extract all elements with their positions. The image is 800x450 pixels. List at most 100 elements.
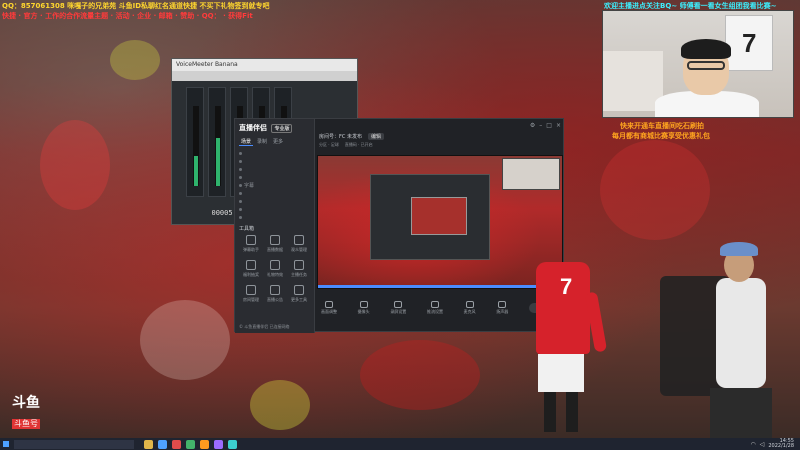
scene-list: 字幕 xyxy=(239,149,311,221)
webcam-person-shirt xyxy=(655,91,759,117)
close-icon[interactable]: × xyxy=(556,122,561,129)
scene-item[interactable] xyxy=(239,213,311,221)
control-row: 画面调整 摄像头 录屏设置 推流设置 麦克风 扬声器 开始直播 xyxy=(317,297,563,319)
webcam-feed: 7 xyxy=(602,10,794,118)
sidebar-tab-scenes[interactable]: 场景 xyxy=(239,137,254,146)
app-main: ⚙ – □ × 房间号：FC 未发布 编辑 分区 · 足球 直播码 · 已开启 … xyxy=(315,119,565,333)
danmaku-icon xyxy=(246,235,256,245)
preview-webcam xyxy=(502,158,560,190)
scene-item[interactable] xyxy=(239,189,311,197)
app-sidebar: 直播伴侣 专业版 场景 录制 更多 字幕 工具箱 弹幕助手 直播数据 观众管理 … xyxy=(235,119,315,333)
tool-data[interactable]: 直播数据 xyxy=(263,235,287,253)
preview-progress-bar xyxy=(318,285,562,288)
task-icon xyxy=(294,260,304,270)
overlay-text-top-left-2: 快捷 · 官方 · 工作的合作流量主题 · 活动 · 企业 · 邮箱 · 赞助 … xyxy=(2,12,253,20)
mixer-menubar[interactable] xyxy=(172,71,357,81)
taskbar-app-icon[interactable] xyxy=(144,439,153,449)
taskbar-app-icon[interactable] xyxy=(214,439,223,449)
control-label: 推流设置 xyxy=(426,309,443,314)
scene-item[interactable] xyxy=(239,157,311,165)
settings-icon[interactable]: ⚙ xyxy=(530,122,535,129)
crowd-blob xyxy=(600,140,710,240)
eye-icon[interactable] xyxy=(239,199,242,203)
mic-icon xyxy=(465,301,474,308)
tool-more[interactable]: 更多工具 xyxy=(287,285,311,303)
gift-icon xyxy=(270,260,280,270)
control-label: 摄像头 xyxy=(357,309,370,314)
tool-danmaku[interactable]: 弹幕助手 xyxy=(239,235,263,253)
sidebar-tab-record[interactable]: 录制 xyxy=(255,137,269,146)
tool-notice[interactable]: 直播公告 xyxy=(263,285,287,303)
eye-icon[interactable] xyxy=(239,183,242,187)
scene-item[interactable] xyxy=(239,173,311,181)
start-button[interactable] xyxy=(0,438,12,450)
volume-icon[interactable]: ◁ xyxy=(760,441,765,448)
scene-item[interactable] xyxy=(239,165,311,173)
webcam-jersey: 7 xyxy=(725,15,773,71)
room-icon xyxy=(246,285,256,295)
eye-icon[interactable] xyxy=(239,167,242,171)
scene-item[interactable] xyxy=(239,149,311,157)
mixer-strip[interactable] xyxy=(186,87,204,197)
control-mic[interactable]: 麦克风 xyxy=(464,301,476,315)
watermark-bottom: 斗鱼号 xyxy=(12,419,40,429)
streaming-app-window[interactable]: 直播伴侣 专业版 场景 录制 更多 字幕 工具箱 弹幕助手 直播数据 观众管理 … xyxy=(234,118,565,333)
tool-audience[interactable]: 观众管理 xyxy=(287,235,311,253)
tool-label: 礼物特效 xyxy=(267,272,283,277)
crowd-blob xyxy=(110,40,160,80)
eye-icon[interactable] xyxy=(239,151,242,155)
maximize-icon[interactable]: □ xyxy=(546,122,552,129)
taskbar-app-icon[interactable] xyxy=(228,439,237,449)
room-info-row: 房间号：FC 未发布 编辑 xyxy=(315,131,565,141)
toolbox-grid: 弹幕助手 直播数据 观众管理 福利抽奖 礼物特效 主播任务 房间管理 直播公告 … xyxy=(239,235,311,303)
tool-task[interactable]: 主播任务 xyxy=(287,260,311,278)
clock-date: 2022/1/28 xyxy=(768,443,794,449)
app-logo-text: 直播伴侣 xyxy=(239,124,267,132)
tool-gift[interactable]: 礼物特效 xyxy=(263,260,287,278)
windows-icon xyxy=(3,441,9,447)
record-icon xyxy=(394,301,403,308)
player-number: 7 xyxy=(560,274,573,299)
mixer-level xyxy=(216,138,220,186)
edit-room-button[interactable]: 编辑 xyxy=(367,132,384,140)
crowd-blob xyxy=(140,300,230,380)
tool-room[interactable]: 房间管理 xyxy=(239,285,263,303)
taskbar-app-icon[interactable] xyxy=(186,439,195,449)
scene-item[interactable] xyxy=(239,205,311,213)
tool-label: 更多工具 xyxy=(291,297,307,302)
eye-icon[interactable] xyxy=(239,159,242,163)
control-screen[interactable]: 画面调整 xyxy=(321,301,337,315)
tool-label: 主播任务 xyxy=(291,272,307,277)
eye-icon[interactable] xyxy=(239,207,242,211)
control-speaker[interactable]: 扬声器 xyxy=(496,301,508,315)
tool-lottery[interactable]: 福利抽奖 xyxy=(239,260,263,278)
eye-icon[interactable] xyxy=(239,191,242,195)
sidebar-tab-more[interactable]: 更多 xyxy=(271,137,285,146)
minimize-icon[interactable]: – xyxy=(539,122,542,129)
overlay-text-top-left-1: QQ：857061308 咪嘎子的兄弟苑 斗鱼ID私聊红名通道快捷 不买下礼物签… xyxy=(2,2,270,10)
wifi-icon[interactable]: ◠ xyxy=(750,441,755,448)
clock[interactable]: 14:55 2022/1/28 xyxy=(768,439,794,449)
more-icon xyxy=(294,285,304,295)
taskbar-app-icon[interactable] xyxy=(172,439,181,449)
cameraman-body xyxy=(716,278,766,388)
taskbar-search[interactable] xyxy=(14,439,134,449)
scene-item[interactable] xyxy=(239,197,311,205)
eye-icon[interactable] xyxy=(239,215,242,219)
taskbar-app-icon[interactable] xyxy=(200,439,209,449)
webcam-shelf xyxy=(603,51,663,111)
tool-label: 直播数据 xyxy=(267,247,283,252)
taskbar: ◠ ◁ 14:55 2022/1/28 xyxy=(0,438,800,450)
mixer-strip[interactable] xyxy=(208,87,226,197)
eye-icon[interactable] xyxy=(239,175,242,179)
control-stream[interactable]: 推流设置 xyxy=(427,301,443,315)
webcam-person-hair xyxy=(681,39,731,59)
audience-icon xyxy=(294,235,304,245)
control-record[interactable]: 录屏设置 xyxy=(390,301,406,315)
cameraman-pants xyxy=(710,388,772,438)
taskbar-app-icon[interactable] xyxy=(158,439,167,449)
stream-preview[interactable] xyxy=(317,155,563,289)
scene-item[interactable]: 字幕 xyxy=(239,181,311,189)
control-camera[interactable]: 摄像头 xyxy=(358,301,370,315)
mixer-title: VoiceMeeter Banana xyxy=(172,59,357,71)
